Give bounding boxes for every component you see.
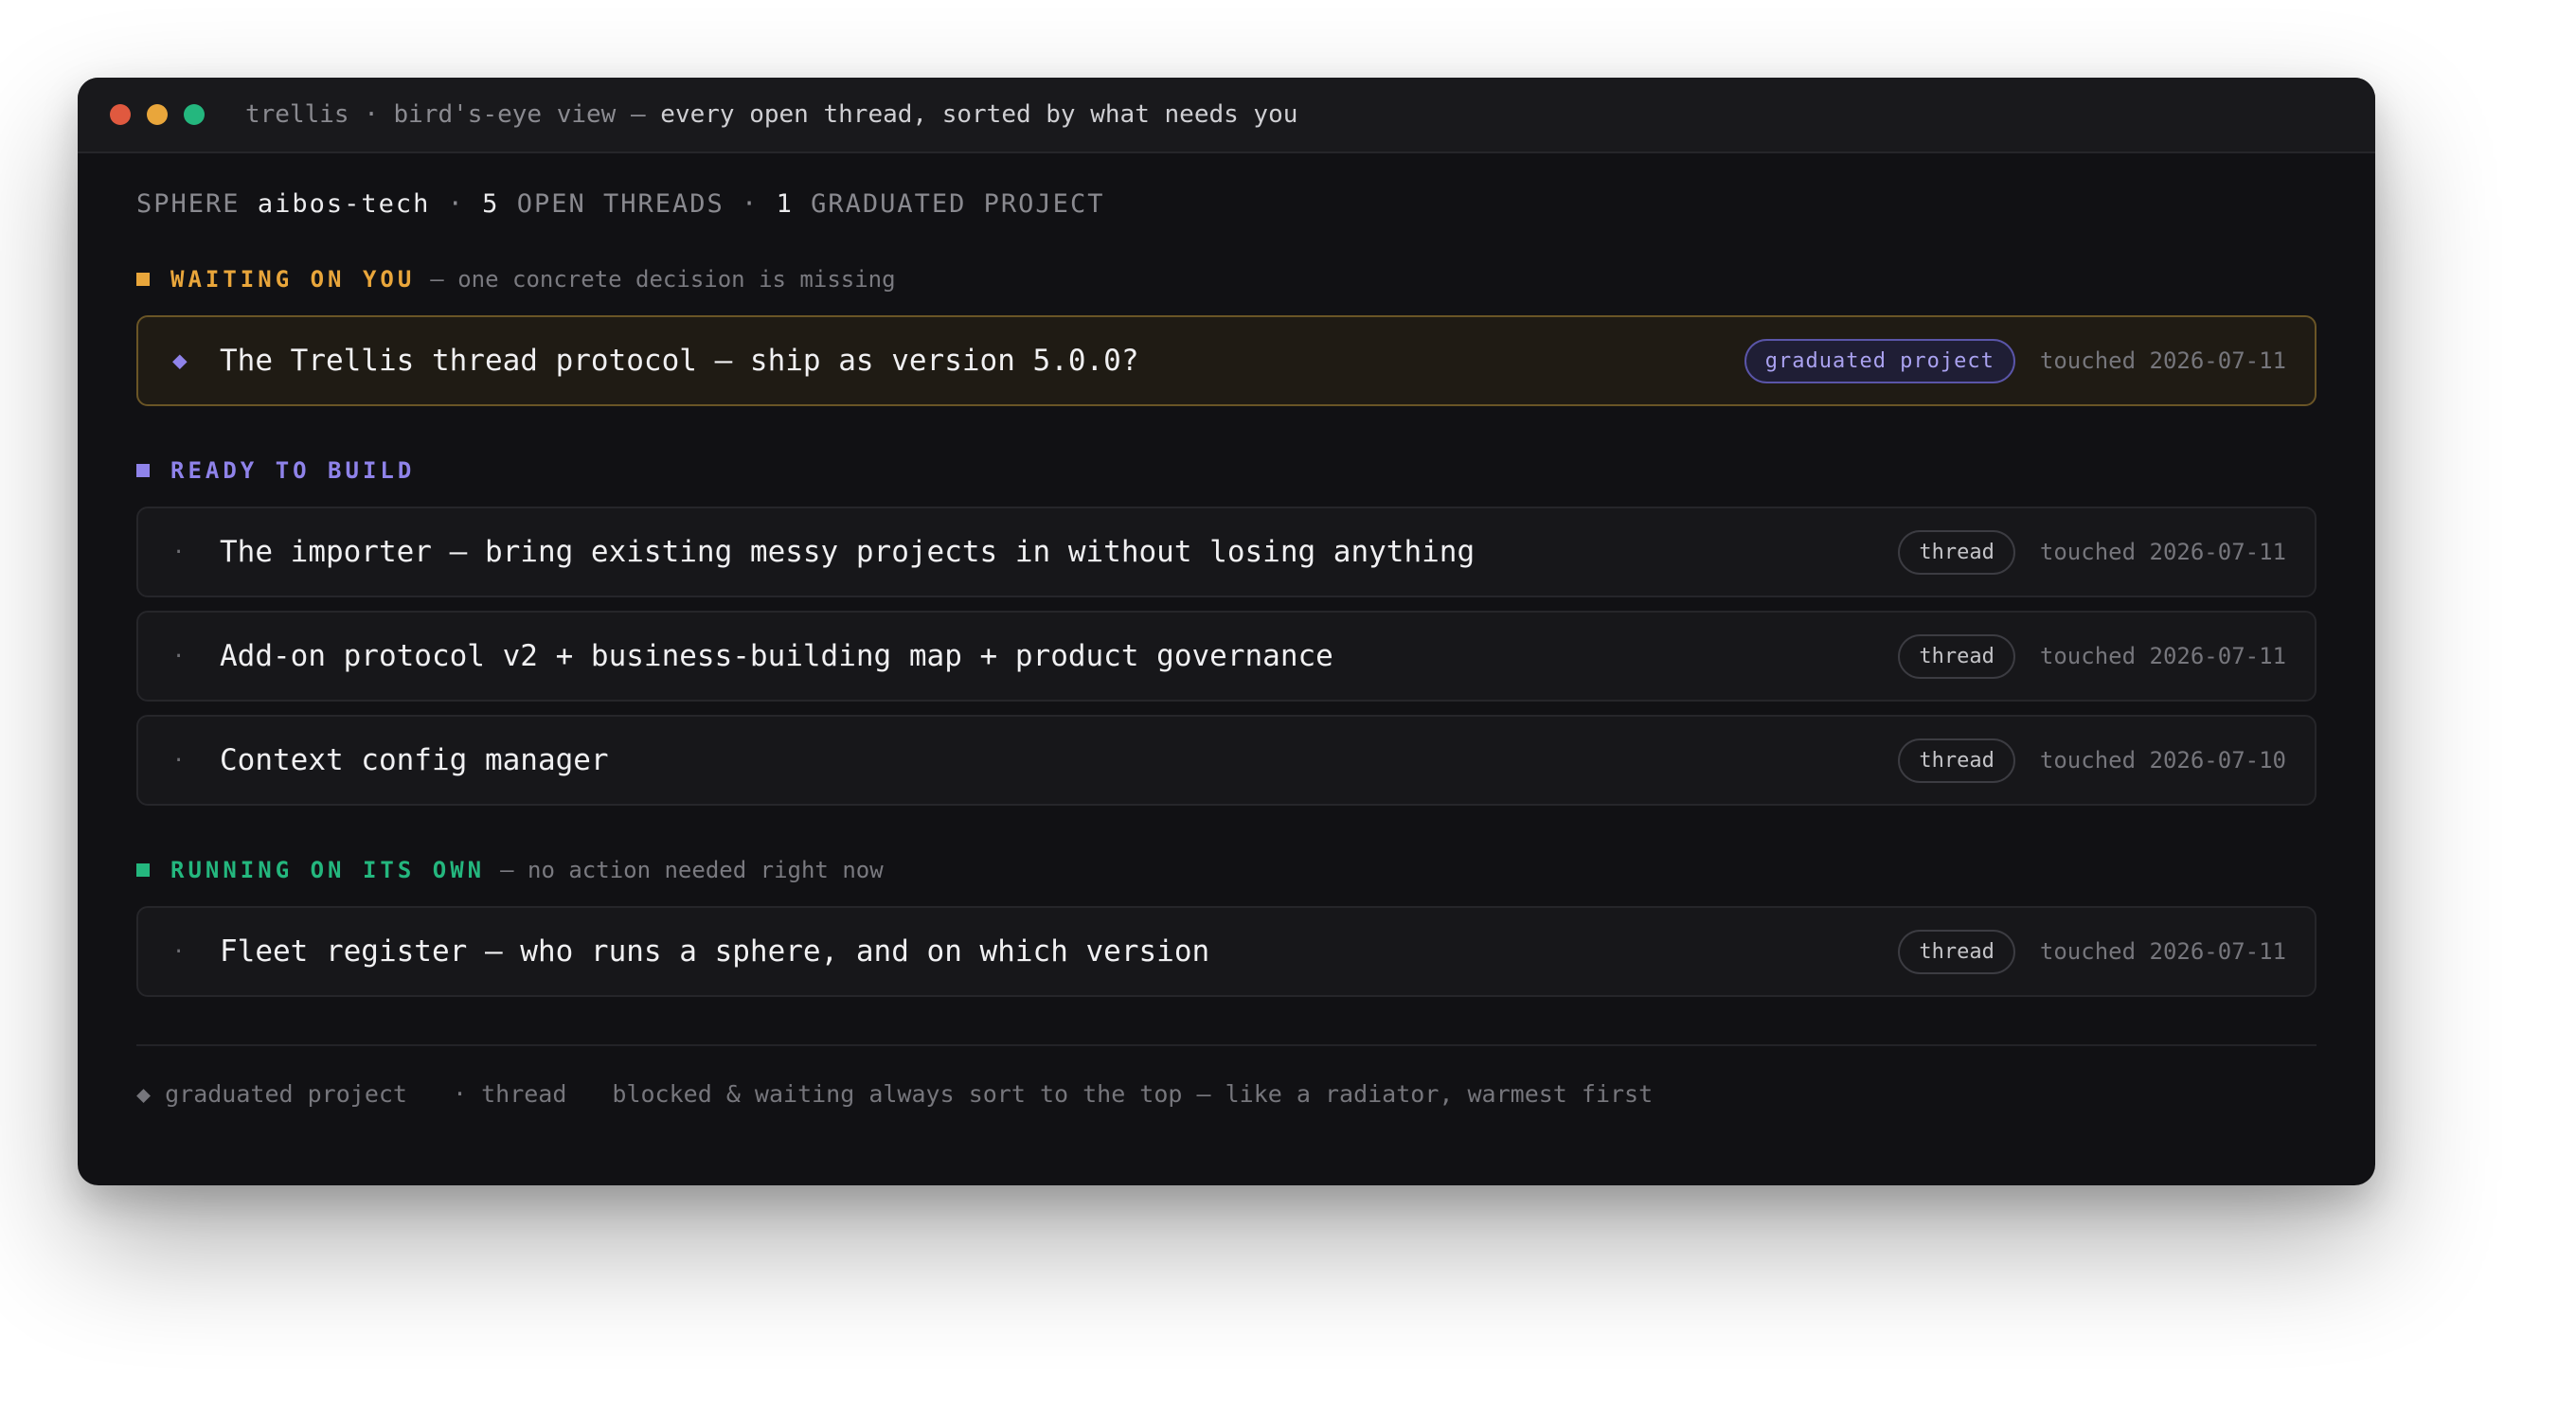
section-running-label: RUNNING ON ITS OWN [170, 857, 486, 883]
graduated-label: GRADUATED PROJECT [811, 189, 1105, 219]
section-waiting-note: — one concrete decision is missing [430, 266, 896, 293]
thread-badge: thread [1898, 929, 2015, 974]
thread-title: The Trellis thread protocol — ship as ve… [220, 344, 1139, 378]
summary-separator: · [742, 189, 760, 219]
open-thread-count: 5 [482, 189, 500, 219]
green-square-icon [136, 863, 150, 877]
touched-date: touched 2026-07-11 [2039, 539, 2286, 565]
dot-icon: · [172, 540, 186, 564]
main-content: SPHERE aibos-tech · 5 OPEN THREADS · 1 G… [136, 153, 2317, 1108]
thread-row[interactable]: ◆ The Trellis thread protocol — ship as … [136, 315, 2317, 406]
section-running-header: RUNNING ON ITS OWN — no action needed ri… [136, 857, 2317, 883]
section-waiting-label: WAITING ON YOU [170, 266, 416, 293]
title-bar: trellis · bird's-eye view — every open t… [78, 78, 2375, 153]
touched-date: touched 2026-07-11 [2039, 347, 2286, 374]
open-thread-label: OPEN THREADS [516, 189, 724, 219]
window-title-tail: every open thread, sorted by what needs … [660, 100, 1298, 129]
graduated-project-badge: graduated project [1744, 338, 2015, 383]
legend-thread: · thread [452, 1080, 567, 1108]
dot-icon: · [172, 644, 186, 668]
thread-badge: thread [1898, 738, 2015, 783]
legend-graduated: ◆ graduated project [136, 1080, 407, 1108]
section-waiting-header: WAITING ON YOU — one concrete decision i… [136, 266, 2317, 293]
summary-separator: · [447, 189, 465, 219]
section-ready-header: READY TO BUILD [136, 457, 2317, 484]
maximize-window-button[interactable] [184, 104, 205, 125]
thread-row[interactable]: · Context config manager thread touched … [136, 715, 2317, 806]
dot-icon: · [172, 748, 186, 773]
sphere-label: SPHERE [136, 189, 241, 219]
sphere-name: aibos-tech [257, 189, 431, 219]
thread-badge: thread [1898, 529, 2015, 575]
section-running-note: — no action needed right now [500, 857, 884, 883]
touched-date: touched 2026-07-11 [2039, 643, 2286, 669]
violet-square-icon [136, 464, 150, 477]
thread-title: Context config manager [220, 743, 609, 777]
touched-date: touched 2026-07-11 [2039, 938, 2286, 965]
legend-note: blocked & waiting always sort to the top… [612, 1080, 1654, 1108]
app-window: trellis · bird's-eye view — every open t… [78, 78, 2375, 1185]
sphere-summary: SPHERE aibos-tech · 5 OPEN THREADS · 1 G… [136, 189, 2317, 219]
thread-row[interactable]: · Add-on protocol v2 + business-building… [136, 611, 2317, 702]
thread-row[interactable]: · The importer — bring existing messy pr… [136, 507, 2317, 597]
section-ready-label: READY TO BUILD [170, 457, 416, 484]
footer-divider [136, 1044, 2317, 1046]
thread-title: Add-on protocol v2 + business-building m… [220, 639, 1333, 673]
window-title: trellis · bird's-eye view — every open t… [245, 100, 1297, 129]
minimize-window-button[interactable] [147, 104, 168, 125]
thread-title: The importer — bring existing messy proj… [220, 535, 1476, 569]
legend: ◆ graduated project · thread blocked & wai… [136, 1080, 2317, 1108]
graduated-count: 1 [776, 189, 794, 219]
dot-icon: · [172, 939, 186, 964]
window-title-main: trellis · bird's-eye view — [245, 100, 661, 129]
amber-square-icon [136, 273, 150, 286]
close-window-button[interactable] [110, 104, 131, 125]
thread-title: Fleet register — who runs a sphere, and … [220, 934, 1210, 969]
thread-badge: thread [1898, 633, 2015, 679]
touched-date: touched 2026-07-10 [2039, 747, 2286, 774]
thread-row[interactable]: · Fleet register — who runs a sphere, an… [136, 906, 2317, 997]
diamond-icon: ◆ [172, 347, 188, 375]
